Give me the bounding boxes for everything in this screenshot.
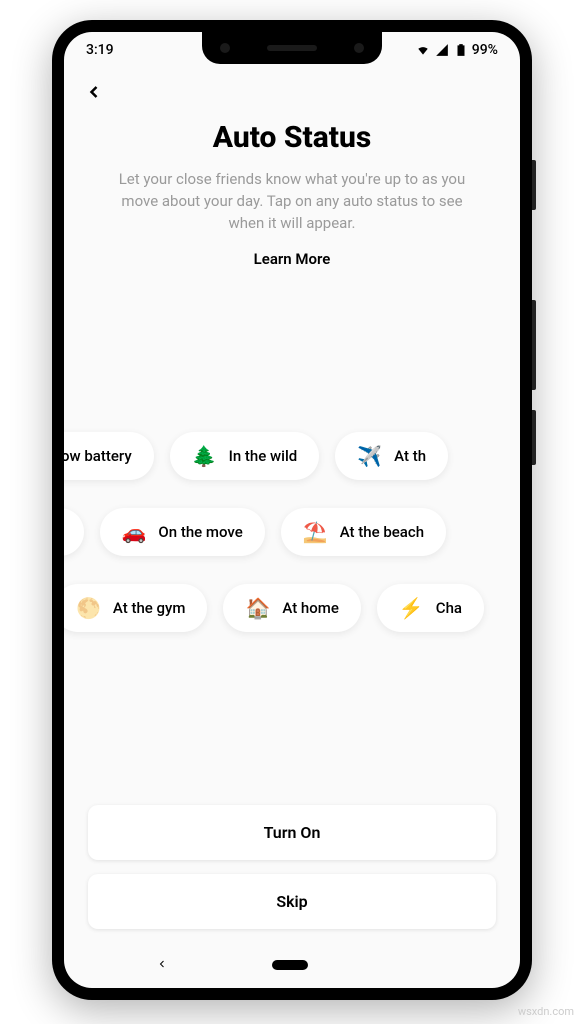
chip-label: At the gym xyxy=(113,599,186,617)
airplane-icon: ✈️ xyxy=(357,444,382,468)
chip-label: On the move xyxy=(158,523,242,541)
chip-row-3: 🌕 At the gym 🏠 At home ⚡ Cha xyxy=(64,584,520,632)
house-icon: 🏠 xyxy=(245,596,270,620)
chip-at-airport[interactable]: ✈️ At th xyxy=(335,432,448,480)
car-icon: 🚗 xyxy=(122,520,147,544)
chip-row-2: g 🚗 On the move ⛱️ At the beach xyxy=(64,508,520,556)
chevron-left-icon xyxy=(156,958,168,970)
phone-frame: 3:19 99% Auto Status Let your close frie… xyxy=(52,20,532,1000)
beach-icon: ⛱️ xyxy=(303,520,328,544)
chip-row-1: 🔋 Low battery 🌲 In the wild ✈️ At th xyxy=(64,432,520,480)
watermark: wsxdn.com xyxy=(518,1005,574,1018)
learn-more-link[interactable]: Learn More xyxy=(84,250,500,268)
speaker xyxy=(267,45,317,51)
chip-at-gym[interactable]: 🌕 At the gym xyxy=(64,584,207,632)
screen: 3:19 99% Auto Status Let your close frie… xyxy=(64,32,520,988)
chip-in-the-wild[interactable]: 🌲 In the wild xyxy=(170,432,320,480)
tree-icon: 🌲 xyxy=(192,444,217,468)
notch xyxy=(202,32,382,64)
app-content: Auto Status Let your close friends know … xyxy=(64,64,520,988)
chip-label: Cha xyxy=(436,599,462,617)
page-title: Auto Status xyxy=(84,120,500,155)
turn-on-button[interactable]: Turn On xyxy=(88,805,496,860)
chip-label: Low battery xyxy=(64,447,132,465)
camera-dot xyxy=(220,43,230,53)
sensor-dot xyxy=(354,43,364,53)
chip-at-home[interactable]: 🏠 At home xyxy=(223,584,360,632)
skip-button[interactable]: Skip xyxy=(88,874,496,929)
lightning-icon: ⚡ xyxy=(399,596,424,620)
wifi-icon xyxy=(415,43,431,57)
chip-on-the-move[interactable]: 🚗 On the move xyxy=(100,508,265,556)
volume-down xyxy=(532,410,536,465)
chip-label: At th xyxy=(394,447,426,465)
cell-signal-icon xyxy=(434,43,450,57)
gym-icon: 🌕 xyxy=(76,596,101,620)
nav-back-icon[interactable] xyxy=(156,955,168,974)
chip-low-battery[interactable]: 🔋 Low battery xyxy=(64,432,154,480)
battery-icon xyxy=(453,43,469,57)
header: Auto Status Let your close friends know … xyxy=(64,64,520,268)
status-right: 99% xyxy=(415,42,498,58)
status-time: 3:19 xyxy=(86,42,114,58)
chip-label: At home xyxy=(282,599,339,617)
chevron-left-icon xyxy=(84,82,104,102)
chip-label: In the wild xyxy=(229,447,298,465)
chip-charging[interactable]: ⚡ Cha xyxy=(377,584,484,632)
page-description: Let your close friends know what you're … xyxy=(84,169,500,234)
back-button[interactable] xyxy=(84,72,116,110)
chips-area: 🔋 Low battery 🌲 In the wild ✈️ At th xyxy=(64,268,520,795)
volume-up xyxy=(532,300,536,390)
chip-at-beach[interactable]: ⛱️ At the beach xyxy=(281,508,446,556)
android-nav-bar xyxy=(64,945,520,988)
chip-label: At the beach xyxy=(340,523,424,541)
chip-partial-left[interactable]: g xyxy=(64,508,84,556)
battery-percent: 99% xyxy=(472,42,498,58)
bottom-buttons: Turn On Skip xyxy=(64,795,520,945)
nav-home-pill[interactable] xyxy=(272,960,308,970)
power-button xyxy=(532,160,536,210)
